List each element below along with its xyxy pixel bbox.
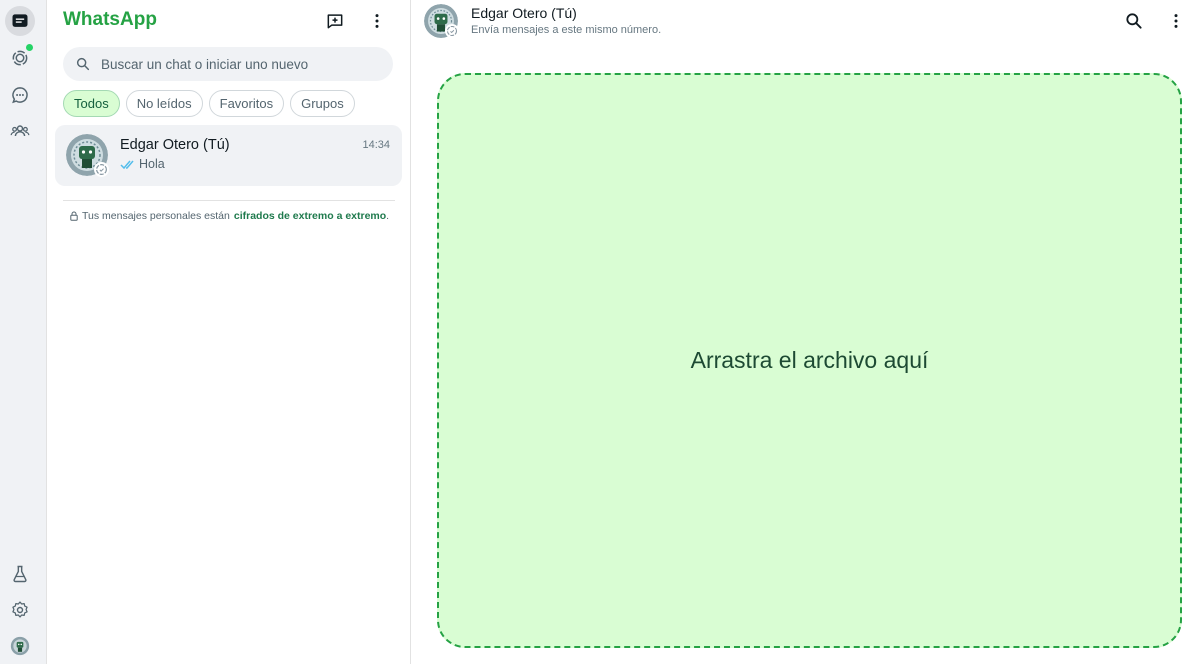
encryption-link[interactable]: cifrados de extremo a extremo — [234, 210, 386, 222]
channels-icon[interactable] — [5, 80, 35, 110]
file-drop-zone[interactable]: Arrastra el archivo aquí — [437, 73, 1182, 648]
chat-preview-text: Hola — [139, 157, 165, 171]
navigation-rail — [0, 0, 47, 664]
encryption-notice-suffix: . — [386, 210, 390, 222]
chats-icon[interactable] — [5, 6, 35, 36]
conversation-pane: Edgar Otero (Tú) Envía mensajes a este m… — [412, 0, 1200, 664]
chat-name: Edgar Otero (Tú) — [120, 137, 230, 153]
status-ring-icon — [445, 24, 459, 38]
lab-flask-icon[interactable] — [5, 559, 35, 589]
drop-zone-label: Arrastra el archivo aquí — [690, 347, 929, 373]
filter-chip-no-leidos[interactable]: No leídos — [125, 90, 203, 117]
search-bar — [63, 47, 393, 81]
filter-chip-favoritos[interactable]: Favoritos — [208, 90, 285, 117]
kebab-menu-icon[interactable] — [364, 8, 390, 34]
filter-chips: Todos No leídos Favoritos Grupos — [63, 90, 355, 117]
double-check-icon — [120, 160, 134, 169]
lock-icon — [70, 211, 78, 221]
conversation-title[interactable]: Edgar Otero (Tú) — [471, 5, 577, 21]
status-icon[interactable] — [5, 43, 35, 73]
chat-list-panel: WhatsApp Todos No leídos Favoritos Grupo… — [47, 0, 411, 664]
filter-chip-grupos[interactable]: Grupos — [290, 90, 355, 117]
chat-timestamp: 14:34 — [362, 139, 390, 151]
status-ring-icon — [94, 162, 109, 177]
app-title: WhatsApp — [63, 9, 157, 30]
search-input[interactable] — [101, 56, 381, 72]
search-icon[interactable] — [1121, 8, 1147, 34]
encryption-notice-text: Tus mensajes personales están — [82, 210, 230, 222]
encryption-notice: Tus mensajes personales están cifrados d… — [70, 210, 389, 222]
conversation-subtitle: Envía mensajes a este mismo número. — [471, 24, 662, 36]
chat-preview: Hola — [120, 157, 165, 171]
status-unread-dot — [26, 44, 33, 51]
chat-list-item[interactable]: Edgar Otero (Tú) 14:34 Hola — [55, 125, 402, 186]
profile-avatar[interactable] — [5, 631, 35, 661]
search-icon — [76, 57, 90, 71]
settings-gear-icon[interactable] — [5, 595, 35, 625]
kebab-menu-icon[interactable] — [1163, 8, 1189, 34]
filter-chip-todos[interactable]: Todos — [63, 90, 120, 117]
divider — [63, 200, 395, 201]
new-chat-icon[interactable] — [322, 8, 348, 34]
communities-icon[interactable] — [5, 116, 35, 146]
